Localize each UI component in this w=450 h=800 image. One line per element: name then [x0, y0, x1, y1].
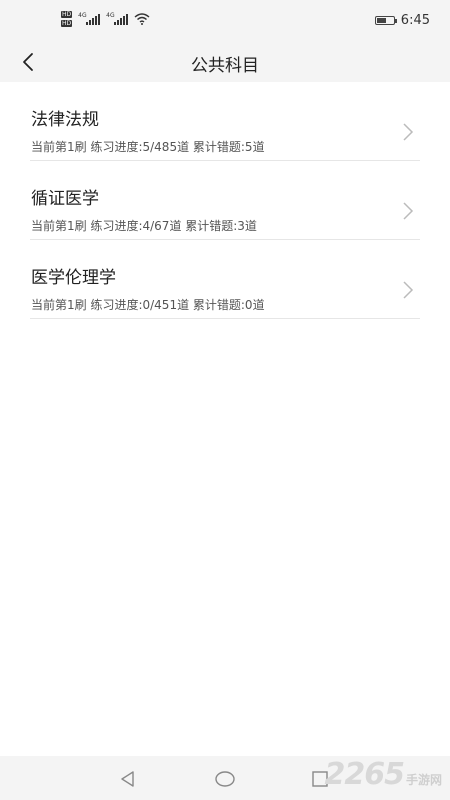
nav-back-icon [121, 771, 134, 787]
watermark-logo: 2265 手游网 [324, 757, 442, 792]
status-time: 6:45 [400, 13, 430, 28]
page-title: 公共科目 [191, 56, 259, 76]
subject-item-medical-ethics[interactable]: 医学伦理学 当前第1刷 练习进度:0/451道 累计错题:0道 [30, 240, 420, 319]
subject-item-laws[interactable]: 法律法规 当前第1刷 练习进度:5/485道 累计错题:5道 [30, 82, 420, 161]
watermark-text: 手游网 [405, 773, 442, 787]
system-nav-bar: 2265 手游网 [0, 756, 450, 800]
wifi-icon [134, 13, 150, 25]
chevron-right-icon [403, 202, 414, 220]
title-bar: 公共科目 [0, 42, 450, 82]
chevron-right-icon [403, 281, 414, 299]
battery-icon [374, 16, 397, 25]
nav-home-icon [215, 771, 235, 787]
status-indicators: HD HD 4G 4G [61, 11, 150, 27]
chevron-right-icon [403, 123, 414, 141]
network-type: 4G [78, 12, 87, 19]
subject-title: 法律法规 [31, 110, 99, 130]
network-type: 4G [106, 12, 115, 19]
hd-badge: HD [61, 11, 73, 18]
subject-progress: 当前第1刷 练习进度:4/67道 累计错题:3道 [31, 219, 257, 233]
hd-badge: HD [61, 20, 73, 27]
subject-title: 循证医学 [31, 189, 99, 209]
signal-icon: 4G [106, 12, 129, 25]
subject-item-evidence-based-medicine[interactable]: 循证医学 当前第1刷 练习进度:4/67道 累计错题:3道 [30, 161, 420, 240]
signal-icon: 4G [78, 12, 101, 25]
watermark-number: 2265 [324, 757, 404, 792]
nav-home-button[interactable] [213, 768, 237, 790]
subject-progress: 当前第1刷 练习进度:5/485道 累计错题:5道 [31, 140, 265, 154]
subject-progress: 当前第1刷 练习进度:0/451道 累计错题:0道 [31, 298, 265, 312]
nav-back-button[interactable] [116, 768, 140, 790]
status-bar: HD HD 4G 4G 6:45 [0, 0, 450, 42]
subject-list: 法律法规 当前第1刷 练习进度:5/485道 累计错题:5道 循证医学 当前第1… [30, 82, 420, 319]
subject-title: 医学伦理学 [31, 268, 116, 288]
